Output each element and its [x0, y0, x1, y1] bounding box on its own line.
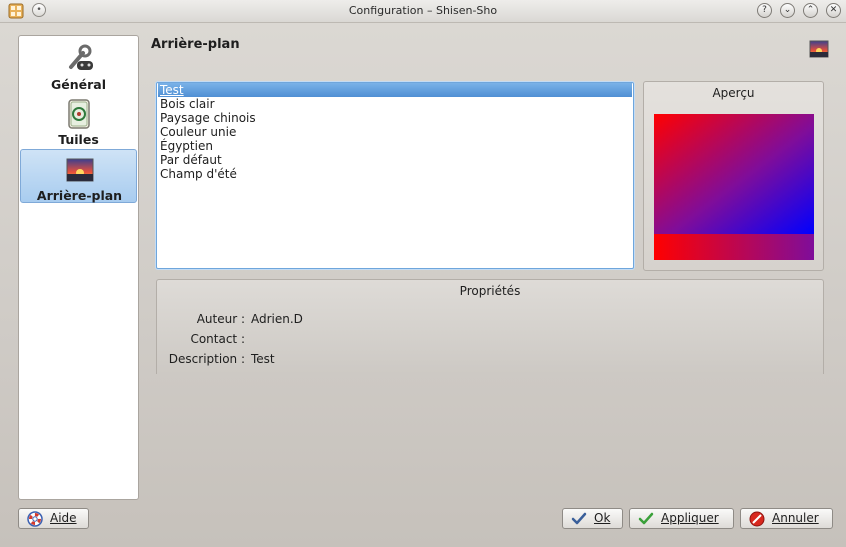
page-title: Arrière-plan — [151, 37, 240, 52]
description-value: Test — [251, 352, 275, 366]
help-window-button[interactable]: ? — [757, 3, 772, 18]
properties-group: Propriétés Auteur : Adrien.D Contact : D… — [156, 279, 824, 374]
page-sidebar: Général Tuiles Arrière-plan — [18, 35, 139, 500]
title-bar: • Configuration – Shisen-Sho ? ⌄ ⌃ ✕ — [0, 0, 846, 23]
sidebar-item-general[interactable]: Général — [20, 39, 137, 93]
list-item[interactable]: Champ d'été — [160, 167, 237, 181]
properties-title: Propriétés — [459, 284, 521, 298]
close-icon[interactable]: ✕ — [826, 3, 841, 18]
background-list[interactable]: Test Bois clair Paysage chinois Couleur … — [156, 82, 634, 269]
check-icon — [638, 512, 654, 525]
list-item[interactable]: Égyptien — [160, 139, 213, 153]
sidebar-item-tiles[interactable]: Tuiles — [20, 94, 137, 148]
preview-title: Aperçu — [712, 86, 755, 100]
apply-button[interactable]: Appliquer — [629, 508, 734, 529]
wrench-gamepad-icon — [69, 44, 93, 70]
mahjong-tile-icon — [68, 99, 90, 129]
maximize-icon[interactable]: ⌃ — [803, 3, 818, 18]
check-icon — [571, 512, 587, 525]
cancel-icon — [749, 511, 765, 527]
window-title: Configuration – Shisen-Sho — [348, 4, 498, 17]
help-button[interactable]: Aide — [18, 508, 89, 529]
sidebar-item-background[interactable]: Arrière-plan — [20, 149, 137, 203]
sidebar-item-label: Général — [51, 77, 106, 92]
help-icon — [27, 511, 43, 527]
preview-group: Aperçu — [643, 81, 824, 271]
help-button-label: Aide — [50, 511, 77, 525]
cancel-button-label: Annuler — [772, 511, 819, 525]
sunset-image-icon — [809, 40, 829, 58]
list-item[interactable]: Test — [158, 83, 632, 97]
list-item[interactable]: Par défaut — [160, 153, 222, 167]
sunset-image-icon — [66, 158, 94, 182]
contact-label: Contact : — [190, 332, 245, 346]
background-preview-image — [654, 114, 814, 260]
author-label: Auteur : — [196, 312, 245, 326]
list-item[interactable]: Couleur unie — [160, 125, 236, 139]
list-item[interactable]: Paysage chinois — [160, 111, 256, 125]
minimize-icon[interactable]: ⌄ — [780, 3, 795, 18]
cancel-button[interactable]: Annuler — [740, 508, 833, 529]
sidebar-item-label: Arrière-plan — [36, 188, 123, 203]
sidebar-item-label: Tuiles — [58, 132, 99, 147]
author-value: Adrien.D — [251, 312, 303, 326]
list-item[interactable]: Bois clair — [160, 97, 215, 111]
description-label: Description : — [168, 352, 245, 366]
ok-button-label: Ok — [594, 511, 611, 525]
apply-button-label: Appliquer — [661, 511, 719, 525]
ok-button[interactable]: Ok — [562, 508, 623, 529]
